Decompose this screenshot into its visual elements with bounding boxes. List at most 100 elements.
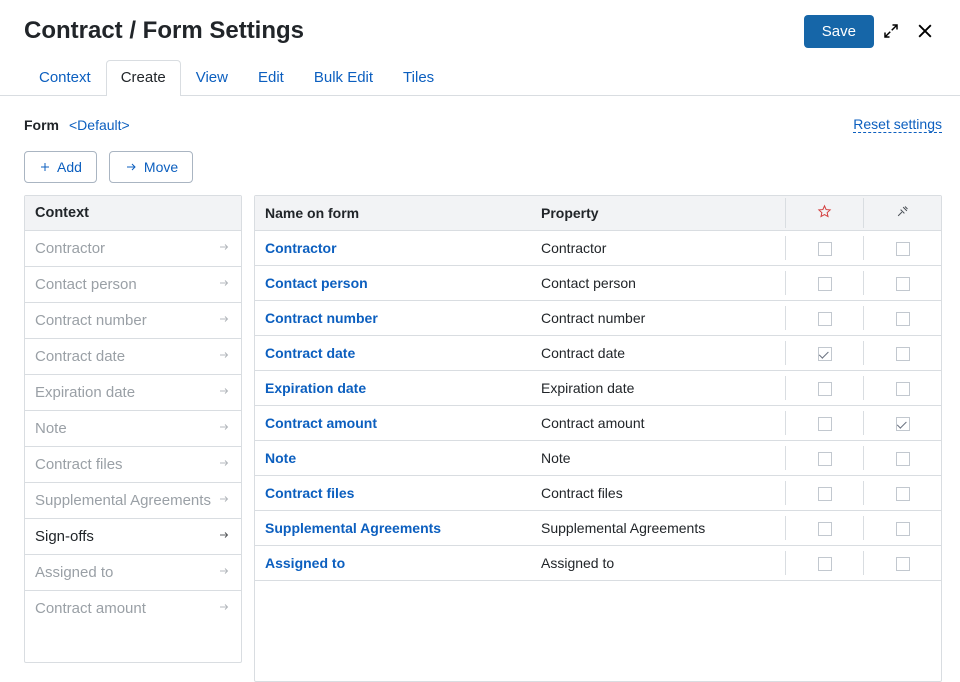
tab-context[interactable]: Context [24, 60, 106, 96]
context-item[interactable]: Contract number [25, 303, 241, 339]
context-item[interactable]: Contractor [25, 231, 241, 267]
required-checkbox[interactable] [818, 557, 832, 571]
context-item[interactable]: Sign-offs [25, 519, 241, 555]
table-row: Expiration dateExpiration date [255, 371, 941, 406]
context-item[interactable]: Contract date [25, 339, 241, 375]
table-row: ContractorContractor [255, 231, 941, 266]
tool-checkbox[interactable] [896, 312, 910, 326]
tab-tiles[interactable]: Tiles [388, 60, 449, 96]
row-required-cell [785, 306, 863, 330]
tool-checkbox[interactable] [896, 452, 910, 466]
arrow-right-icon [217, 600, 231, 617]
row-tool-cell [863, 376, 941, 400]
table-row: Contract dateContract date [255, 336, 941, 371]
required-checkbox[interactable] [818, 277, 832, 291]
tool-checkbox[interactable] [896, 417, 910, 431]
context-item-label: Contract amount [35, 600, 146, 617]
arrow-right-icon [217, 420, 231, 437]
tab-view[interactable]: View [181, 60, 243, 96]
row-name[interactable]: Contract amount [255, 406, 531, 440]
save-button[interactable]: Save [804, 15, 874, 48]
context-item-label: Contract date [35, 348, 125, 365]
tool-checkbox[interactable] [896, 242, 910, 256]
row-name[interactable]: Contract files [255, 476, 531, 510]
row-property: Supplemental Agreements [531, 511, 785, 545]
tabs: ContextCreateViewEditBulk EditTiles [0, 60, 960, 96]
required-checkbox[interactable] [818, 242, 832, 256]
row-name[interactable]: Contract number [255, 301, 531, 335]
col-required-header[interactable] [785, 198, 863, 228]
row-required-cell [785, 551, 863, 575]
row-required-cell [785, 376, 863, 400]
row-property: Contract files [531, 476, 785, 510]
row-property: Contract date [531, 336, 785, 370]
row-property: Contractor [531, 231, 785, 265]
row-tool-cell [863, 516, 941, 540]
arrow-right-icon [217, 312, 231, 329]
required-checkbox[interactable] [818, 312, 832, 326]
table-row: Contract filesContract files [255, 476, 941, 511]
table-row: NoteNote [255, 441, 941, 476]
context-item[interactable]: Contract amount [25, 591, 241, 626]
context-item[interactable]: Assigned to [25, 555, 241, 591]
row-name[interactable]: Contract date [255, 336, 531, 370]
tool-checkbox[interactable] [896, 382, 910, 396]
arrow-right-icon [217, 348, 231, 365]
table-row: Contract numberContract number [255, 301, 941, 336]
row-name[interactable]: Contractor [255, 231, 531, 265]
context-panel: Context Contractor Contact person Contract… [24, 195, 242, 663]
row-required-cell [785, 411, 863, 435]
row-tool-cell [863, 236, 941, 260]
required-checkbox[interactable] [818, 382, 832, 396]
tool-checkbox[interactable] [896, 522, 910, 536]
tool-checkbox[interactable] [896, 557, 910, 571]
row-required-cell [785, 236, 863, 260]
row-name[interactable]: Supplemental Agreements [255, 511, 531, 545]
tool-checkbox[interactable] [896, 277, 910, 291]
required-checkbox[interactable] [818, 452, 832, 466]
star-icon [817, 204, 832, 219]
row-name[interactable]: Assigned to [255, 546, 531, 580]
row-name[interactable]: Note [255, 441, 531, 475]
move-button[interactable]: Move [109, 151, 193, 183]
context-item-label: Contract files [35, 456, 123, 473]
context-blank-row [25, 626, 241, 662]
tool-checkbox[interactable] [896, 347, 910, 361]
tab-create[interactable]: Create [106, 60, 181, 96]
row-tool-cell [863, 481, 941, 505]
tab-edit[interactable]: Edit [243, 60, 299, 96]
required-checkbox[interactable] [818, 417, 832, 431]
row-name[interactable]: Contact person [255, 266, 531, 300]
context-header: Context [25, 196, 241, 231]
row-property: Contact person [531, 266, 785, 300]
close-icon[interactable] [908, 14, 942, 48]
context-item-label: Contract number [35, 312, 147, 329]
required-checkbox[interactable] [818, 522, 832, 536]
row-tool-cell [863, 446, 941, 470]
arrow-right-icon [217, 564, 231, 581]
tool-checkbox[interactable] [896, 487, 910, 501]
row-tool-cell [863, 411, 941, 435]
col-tool-header[interactable] [863, 198, 941, 228]
arrow-right-icon [124, 161, 138, 173]
row-tool-cell [863, 551, 941, 575]
add-button[interactable]: Add [24, 151, 97, 183]
context-item[interactable]: Supplemental Agreements [25, 483, 241, 519]
reset-settings-link[interactable]: Reset settings [853, 116, 942, 133]
tab-bulk-edit[interactable]: Bulk Edit [299, 60, 388, 96]
row-required-cell [785, 446, 863, 470]
expand-icon[interactable] [874, 14, 908, 48]
form-table: Name on form Property ContractorContract… [254, 195, 942, 682]
context-item[interactable]: Contract files [25, 447, 241, 483]
plus-icon [39, 161, 51, 173]
required-checkbox[interactable] [818, 347, 832, 361]
row-name[interactable]: Expiration date [255, 371, 531, 405]
context-item[interactable]: Expiration date [25, 375, 241, 411]
move-button-label: Move [144, 159, 178, 175]
form-default-selector[interactable]: <Default> [69, 117, 130, 133]
context-item-label: Contact person [35, 276, 137, 293]
context-item-label: Note [35, 420, 67, 437]
required-checkbox[interactable] [818, 487, 832, 501]
context-item[interactable]: Note [25, 411, 241, 447]
context-item[interactable]: Contact person [25, 267, 241, 303]
